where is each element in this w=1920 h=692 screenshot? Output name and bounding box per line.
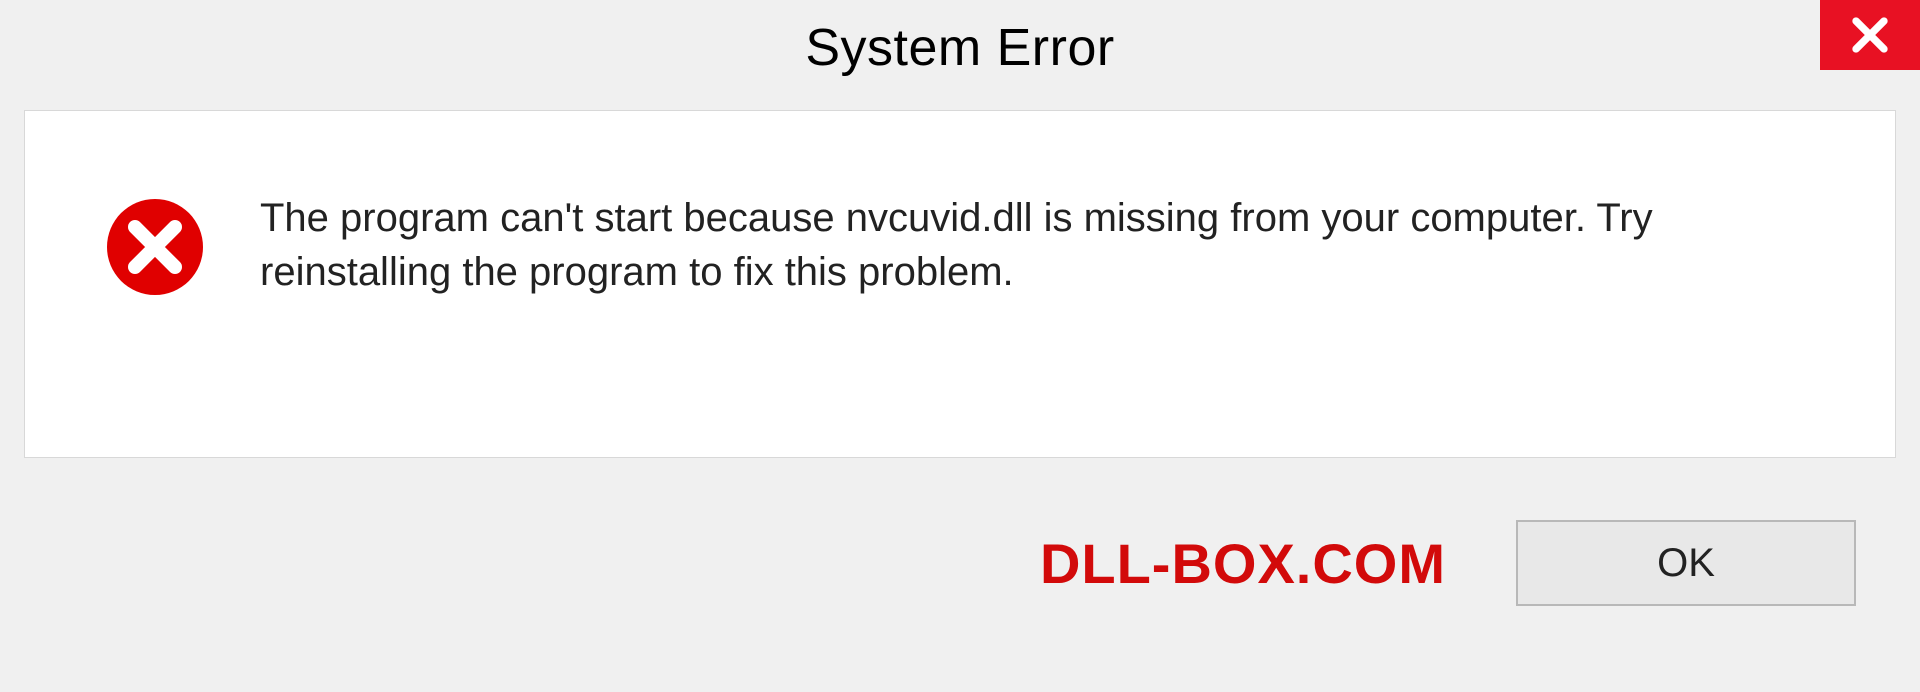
dialog-title: System Error xyxy=(805,18,1114,78)
error-icon xyxy=(105,197,205,297)
watermark-text: DLL-BOX.COM xyxy=(1040,531,1446,596)
dialog-footer: DLL-BOX.COM OK xyxy=(24,458,1896,668)
titlebar: System Error xyxy=(0,0,1920,95)
close-button[interactable] xyxy=(1820,0,1920,70)
error-message: The program can't start because nvcuvid.… xyxy=(260,191,1810,299)
dialog-content: The program can't start because nvcuvid.… xyxy=(24,110,1896,458)
close-icon xyxy=(1849,14,1891,56)
ok-button[interactable]: OK xyxy=(1516,520,1856,606)
